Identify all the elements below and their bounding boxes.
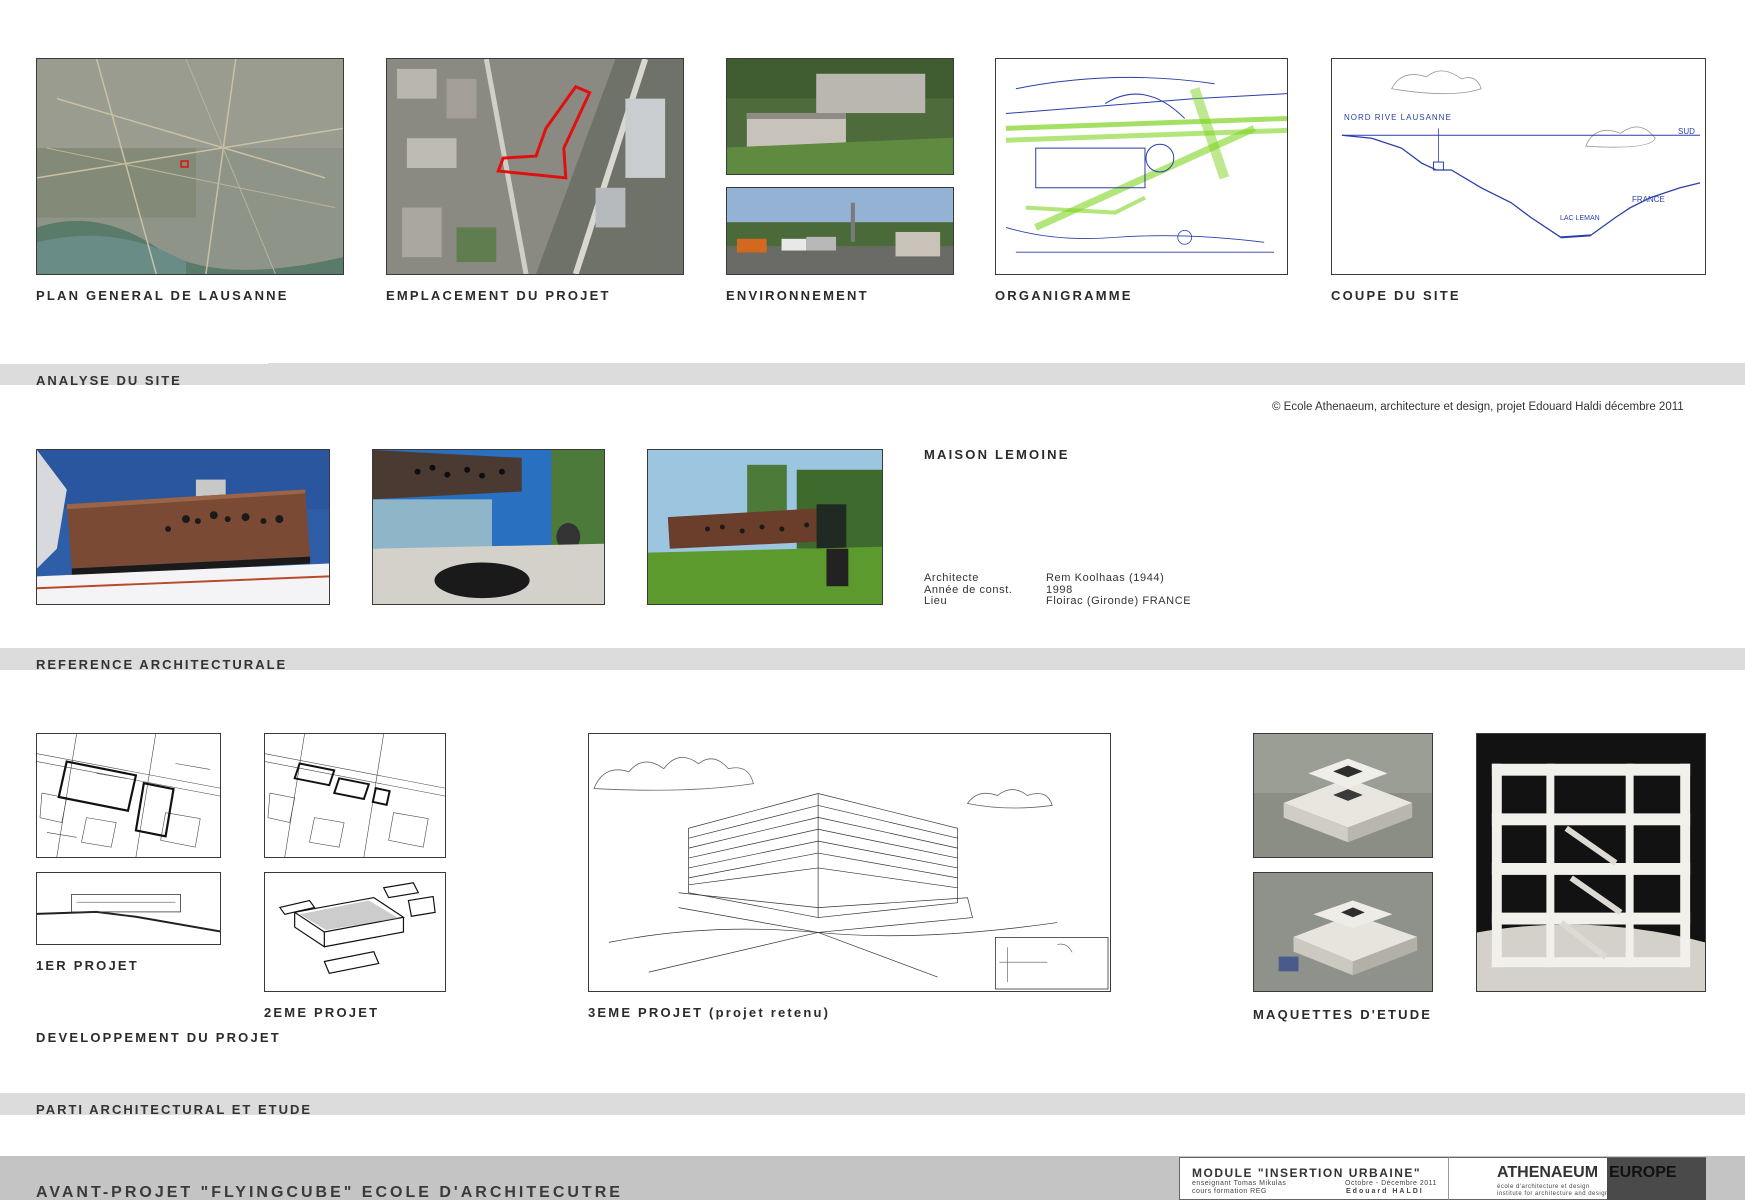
caption-developpement: DEVELOPPEMENT DU PROJET bbox=[36, 1030, 281, 1045]
athenaeum-logo-box: ATHENAEUM EUROPE école d'architecture et… bbox=[1448, 1157, 1706, 1200]
caption-3eme-projet: 3EME PROJET (projet retenu) bbox=[588, 1005, 831, 1020]
info-key: Lieu bbox=[924, 595, 948, 607]
caption-coupe: COUPE DU SITE bbox=[1331, 288, 1461, 303]
section-france-label: FRANCE bbox=[1632, 195, 1665, 204]
module-author: Edouard HALDI bbox=[1346, 1188, 1424, 1195]
study-model-photo-2 bbox=[1253, 872, 1433, 992]
maison-lemoine-photo-1 bbox=[36, 449, 330, 605]
lausanne-aerial-map bbox=[36, 58, 344, 275]
project-2-axonometric-sketch bbox=[264, 872, 446, 992]
caption-emplacement: EMPLACEMENT DU PROJET bbox=[386, 288, 611, 303]
section-label-parti: PARTI ARCHITECTURAL ET ETUDE bbox=[36, 1102, 313, 1117]
reference-info-table: Architecte Rem Koolhaas (1944) Année de … bbox=[924, 572, 1192, 608]
info-value: Rem Koolhaas (1944) bbox=[1046, 572, 1165, 584]
module-title: MODULE "INSERTION URBAINE" bbox=[1192, 1166, 1422, 1180]
section-label-analyse: ANALYSE DU SITE bbox=[36, 373, 182, 388]
caption-1er-projet: 1ER PROJET bbox=[36, 958, 139, 973]
maison-lemoine-photo-2 bbox=[372, 449, 605, 605]
environment-photo-building bbox=[726, 58, 954, 175]
project-3-perspective-sketch bbox=[588, 733, 1111, 992]
module-dates: Octobre - Décembre 2011 bbox=[1345, 1180, 1437, 1187]
module-info-box: MODULE "INSERTION URBAINE" enseignant To… bbox=[1179, 1157, 1449, 1200]
section-label-reference: REFERENCE ARCHITECTURALE bbox=[36, 657, 288, 672]
reference-title: MAISON LEMOINE bbox=[924, 447, 1070, 462]
module-teacher: enseignant Tomas Mikulas bbox=[1192, 1180, 1287, 1187]
logo-subtitle-en: institute for architecture and design bbox=[1497, 1191, 1609, 1197]
info-key: Architecte bbox=[924, 572, 979, 584]
copyright-notice: © Ecole Athenaeum, architecture et desig… bbox=[1272, 401, 1684, 413]
info-row-location: Lieu Floirac (Gironde) FRANCE bbox=[924, 595, 1192, 608]
section-lake-label: LAC LEMAN bbox=[1560, 215, 1600, 222]
caption-environnement: ENVIRONNEMENT bbox=[726, 288, 869, 303]
site-section-sketch: NORD RIVE LAUSANNE SUD FRANCE LAC LEMAN bbox=[1331, 58, 1706, 275]
footer-project-title: AVANT-PROJET "FLYINGCUBE" ECOLE D'ARCHIT… bbox=[36, 1184, 623, 1200]
environment-photo-parking bbox=[726, 187, 954, 275]
section-north-label: NORD RIVE LAUSANNE bbox=[1344, 113, 1452, 122]
logo-subtitle-fr: école d'architecture et design bbox=[1497, 1184, 1590, 1190]
caption-organigramme: ORGANIGRAMME bbox=[995, 288, 1133, 303]
info-row-architect: Architecte Rem Koolhaas (1944) bbox=[924, 572, 1191, 585]
caption-maquettes: MAQUETTES D'ETUDE bbox=[1253, 1007, 1433, 1022]
project-site-aerial-photo bbox=[386, 58, 684, 275]
section-band-analyse bbox=[0, 363, 1745, 385]
project-1-section-sketch bbox=[36, 872, 221, 945]
module-course: cours formation REG bbox=[1192, 1188, 1267, 1195]
study-model-structure-photo bbox=[1476, 733, 1706, 992]
project-2-plan-sketch bbox=[264, 733, 446, 858]
project-1-plan-sketch bbox=[36, 733, 221, 858]
maison-lemoine-photo-3 bbox=[647, 449, 883, 605]
logo-athenaeum: ATHENAEUM bbox=[1497, 1164, 1599, 1181]
organigram-sketch bbox=[995, 58, 1288, 275]
caption-2eme-projet: 2EME PROJET bbox=[264, 1005, 380, 1020]
band-notch bbox=[0, 362, 268, 364]
logo-europe: EUROPE bbox=[1607, 1158, 1706, 1200]
info-value: Floirac (Gironde) FRANCE bbox=[1046, 595, 1192, 607]
study-model-photo-1 bbox=[1253, 733, 1433, 858]
caption-plan-general: PLAN GENERAL DE LAUSANNE bbox=[36, 288, 289, 303]
section-south-label: SUD bbox=[1678, 127, 1695, 136]
